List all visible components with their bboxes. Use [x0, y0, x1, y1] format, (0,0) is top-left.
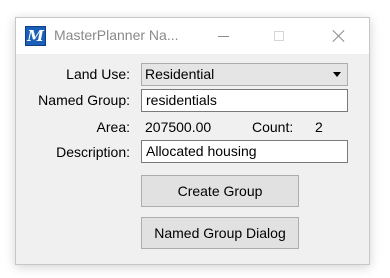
count-value: 2: [315, 119, 323, 135]
land-use-value: Residential: [145, 66, 215, 82]
named-group-input[interactable]: residentials: [141, 89, 348, 112]
land-use-dropdown[interactable]: Residential: [141, 63, 348, 86]
count-label: Count:: [252, 119, 294, 135]
chevron-down-icon: [333, 72, 341, 77]
window-title: MasterPlanner Na...: [54, 27, 179, 43]
close-icon: [332, 29, 346, 43]
description-input[interactable]: Allocated housing: [141, 140, 348, 163]
title-bar[interactable]: M MasterPlanner Na...: [16, 18, 369, 54]
maximize-icon: [274, 31, 284, 41]
create-group-button[interactable]: Create Group: [141, 175, 299, 207]
area-label: Area:: [96, 119, 130, 135]
minimize-button[interactable]: [200, 18, 246, 54]
minimize-icon: [217, 35, 229, 37]
named-group-dialog-button[interactable]: Named Group Dialog: [141, 217, 299, 249]
description-label: Description:: [56, 144, 130, 160]
area-value: 207500.00: [145, 119, 212, 135]
maximize-button: [256, 18, 302, 54]
named-group-label: Named Group:: [38, 92, 130, 108]
dialog-window: M MasterPlanner Na... Land Use: Resident…: [15, 17, 370, 265]
land-use-label: Land Use:: [66, 66, 130, 82]
app-icon: M: [25, 26, 46, 46]
close-button[interactable]: [316, 18, 362, 54]
